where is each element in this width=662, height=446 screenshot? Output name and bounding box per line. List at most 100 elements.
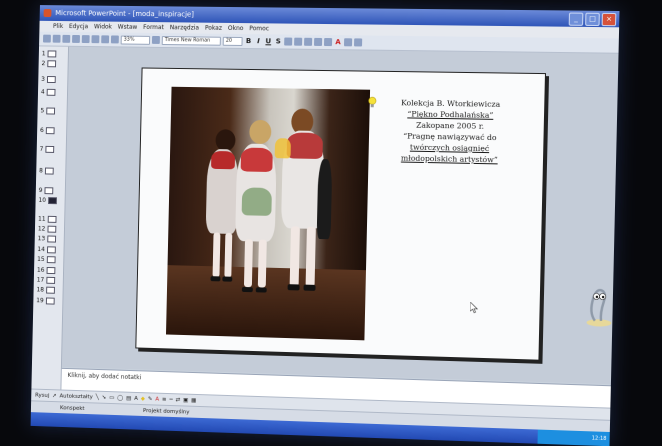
slide-thumb[interactable]: 13 <box>38 235 56 242</box>
slide-thumb[interactable]: 17 <box>37 277 55 284</box>
slide-thumbnail-icon <box>46 287 55 294</box>
slide-thumb[interactable]: 5 <box>40 107 54 114</box>
line-icon[interactable]: ╲ <box>96 395 99 401</box>
slide-thumbnail-icon <box>47 60 56 67</box>
shadow-icon[interactable]: ▣ <box>183 398 188 404</box>
slide-thumb[interactable]: 2 <box>41 60 55 67</box>
print-icon[interactable] <box>72 35 80 43</box>
save-icon[interactable] <box>62 35 70 43</box>
undo-icon[interactable] <box>111 35 119 43</box>
slide-thumb[interactable]: 3 <box>41 76 55 83</box>
slide-thumbnail-icon <box>45 146 54 153</box>
arrow-style-icon[interactable]: ⇄ <box>176 397 181 403</box>
menu-help[interactable]: Pomoc <box>249 23 269 34</box>
align-left-icon[interactable] <box>284 38 292 46</box>
clock: 12:18 <box>592 435 607 442</box>
align-center-icon[interactable] <box>294 38 302 46</box>
maximize-button[interactable]: □ <box>585 13 600 26</box>
office-assistant-icon[interactable] <box>582 282 614 329</box>
minimize-button[interactable]: _ <box>569 13 584 26</box>
slide-photo[interactable] <box>166 87 370 341</box>
autoshapes-menu[interactable]: Autokształty <box>59 393 92 400</box>
slide-thumbnail-icon <box>47 235 56 242</box>
slide-thumbnail-icon <box>47 246 56 253</box>
3d-icon[interactable]: ▦ <box>191 398 196 404</box>
menu-format[interactable]: Format <box>143 22 164 33</box>
slide-thumb[interactable]: 12 <box>38 225 56 232</box>
slide-thumbnail-icon <box>46 277 55 284</box>
menu-tools[interactable]: Narzędzia <box>170 22 200 33</box>
underline-button[interactable]: U <box>264 37 272 45</box>
design-icon[interactable] <box>344 38 352 46</box>
slide-thumb[interactable]: 1 <box>42 50 56 57</box>
slide-thumb-active[interactable]: 10 <box>38 197 56 204</box>
new-slide-icon[interactable] <box>354 38 362 46</box>
zoom-select[interactable]: 33% <box>121 35 151 44</box>
arrow-icon[interactable]: ➘ <box>102 395 107 401</box>
draw-menu[interactable]: Rysuj <box>35 393 49 399</box>
slide-thumb[interactable]: 19 <box>36 297 54 304</box>
menu-file[interactable]: Plik <box>53 21 63 32</box>
lightbulb-icon[interactable] <box>368 97 377 109</box>
system-tray: 12:18 <box>538 430 610 446</box>
menu-slideshow[interactable]: Pokaz <box>205 23 222 34</box>
slide-thumbnail-icon <box>46 89 55 96</box>
slide-thumbnail-icon <box>44 187 53 194</box>
dash-style-icon[interactable]: ┅ <box>169 397 172 403</box>
new-icon[interactable] <box>43 35 51 43</box>
shadow-button[interactable]: S <box>274 37 282 45</box>
help-icon[interactable] <box>152 36 160 44</box>
close-button[interactable]: × <box>602 13 617 26</box>
bold-button[interactable]: B <box>244 37 252 45</box>
font-color-icon[interactable]: A <box>155 397 159 403</box>
slide-thumb[interactable]: 6 <box>40 127 54 134</box>
textbox-icon[interactable]: ▤ <box>126 396 131 402</box>
slide-thumbnail-icon <box>45 168 54 175</box>
slide-thumbnail-icon <box>47 76 56 83</box>
oval-icon[interactable]: ◯ <box>117 395 123 401</box>
line-style-icon[interactable]: ≡ <box>162 397 167 403</box>
slide-text-line: młodopolskich artystów” <box>378 152 520 166</box>
menu-insert[interactable]: Wstaw <box>118 22 138 33</box>
slide-thumb[interactable]: 18 <box>36 286 54 293</box>
slide-canvas[interactable]: Kolekcja B. Wtorkiewicza “Piękno Podhala… <box>135 67 546 360</box>
font-color-button[interactable]: A <box>334 38 342 46</box>
slide-thumbnail-icon <box>46 108 55 115</box>
slide-text-box[interactable]: Kolekcja B. Wtorkiewicza “Piękno Podhala… <box>378 97 521 166</box>
font-size-select[interactable]: 20 <box>223 36 243 45</box>
numbering-icon[interactable] <box>314 38 322 46</box>
align-right-icon[interactable] <box>304 38 312 46</box>
fill-color-icon[interactable]: ◆ <box>141 396 145 402</box>
slide-thumbnail-icon <box>47 216 56 223</box>
slide-thumbnail-icon <box>47 226 56 233</box>
copy-icon[interactable] <box>91 35 99 43</box>
slide-thumb[interactable]: 16 <box>37 267 55 274</box>
slide-thumb[interactable]: 4 <box>41 89 55 96</box>
wordart-icon[interactable]: A <box>134 396 138 402</box>
menu-window[interactable]: Okno <box>228 23 244 34</box>
slide-thumb[interactable]: 9 <box>39 187 53 194</box>
slide-thumb[interactable]: 14 <box>37 246 55 253</box>
slide-thumbnail-icon <box>46 267 55 274</box>
cut-icon[interactable] <box>82 35 90 43</box>
rectangle-icon[interactable]: ▭ <box>109 395 114 401</box>
slide-thumb[interactable]: 7 <box>40 146 54 153</box>
line-color-icon[interactable]: ✎ <box>148 396 153 402</box>
font-select[interactable]: Times New Roman <box>162 36 221 46</box>
bullets-icon[interactable] <box>324 38 332 46</box>
slide-thumbnail-icon <box>48 197 57 204</box>
slide-thumbnail-icon <box>46 127 55 134</box>
slide-workspace: Kolekcja B. Wtorkiewicza “Piękno Podhala… <box>62 47 619 384</box>
menu-view[interactable]: Widok <box>94 21 112 32</box>
slide-thumb[interactable]: 8 <box>39 167 53 174</box>
powerpoint-icon <box>44 9 52 17</box>
slide-thumb[interactable]: 11 <box>38 216 56 223</box>
select-arrow-icon[interactable]: ➚ <box>52 393 57 399</box>
menu-edit[interactable]: Edycja <box>69 21 88 32</box>
open-icon[interactable] <box>53 35 61 43</box>
italic-button[interactable]: I <box>254 37 262 45</box>
mouse-cursor-icon <box>470 302 478 313</box>
paste-icon[interactable] <box>101 35 109 43</box>
window-title: Microsoft PowerPoint - [moda_inspiracje] <box>55 9 194 18</box>
slide-thumb[interactable]: 15 <box>37 256 55 263</box>
